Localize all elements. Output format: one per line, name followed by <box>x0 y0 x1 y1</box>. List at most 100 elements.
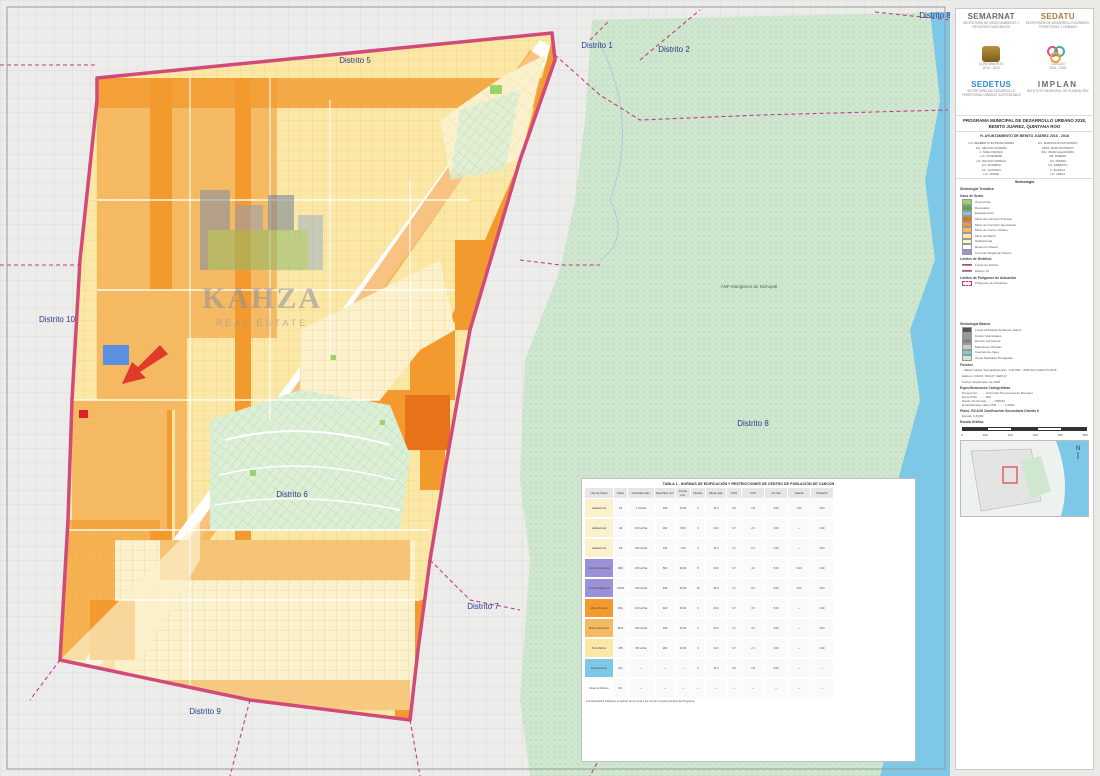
poligonos-heading: Límites de Polígonos de Actuación <box>960 275 1017 280</box>
table-cell: — <box>742 679 764 697</box>
table-cell: 120 <box>655 539 675 557</box>
highlighted-lot-blue[interactable] <box>103 345 129 365</box>
table-cell: 100 viv/ha <box>628 519 654 537</box>
table-row: Corredor Regional CRU2 240 viv/ha 500 20.00 1… <box>582 579 915 598</box>
district-label-distrito-5: Distrito 5 <box>339 56 371 65</box>
watermark-brand: KAHZA <box>202 282 322 315</box>
program-title: PROGRAMA MUNICIPAL DE DESARROLLO URBANO … <box>956 115 1093 133</box>
table-header-cell: Densidad máx. <box>628 488 654 498</box>
logo-title: IMPLAN <box>1037 80 1078 89</box>
table-cell: 4.0 <box>742 559 764 577</box>
table-cell: 180 viv/ha <box>628 539 654 557</box>
table-cell: — <box>655 659 675 677</box>
table-cell: 3.00 <box>765 499 787 517</box>
legend-label: Red de Carreteras <box>975 339 1001 344</box>
legend-label: Límite Municipal de Benito Juárez <box>975 327 1022 332</box>
land-use-legend: Área Verde Recreativo Equipamiento Mixto de… <box>956 199 1093 256</box>
table-header-cell: Frente mín. <box>676 488 690 498</box>
table-row: Habitacional H1 1 viv/lote 300 10.00 3 12.0 0.6… <box>582 499 915 518</box>
table-cell: 5.00 <box>765 599 787 617</box>
official-name: LIC. JORGE <box>983 172 1000 177</box>
table-cell: H3 <box>614 539 627 557</box>
table-cell: — <box>628 659 654 677</box>
table-cell: 2.4 <box>742 539 764 557</box>
table-row: Habitacional H3 180 viv/ha 120 7.00 4 12.0 0.7 2… <box>582 539 915 558</box>
scale-tick: 800 <box>1082 432 1088 437</box>
legend-label: Reserva Urbana <box>975 244 998 249</box>
legend-swatch <box>962 280 972 287</box>
table-cell: 400 <box>655 599 675 617</box>
table-header-cell: Clave <box>614 488 627 498</box>
scale-bar <box>962 426 1087 431</box>
district-label-distrito-1: Distrito 1 <box>581 41 613 50</box>
table-header-cell: Posterior <box>811 488 833 498</box>
table-cell: Habitacional <box>585 519 613 537</box>
table-cell: 500 <box>655 579 675 597</box>
table-cell: 10.0 <box>706 519 726 537</box>
basic-legend: Límite Municipal de Benito Juárez Centro … <box>956 327 1093 361</box>
table-cell: 3 <box>691 499 705 517</box>
program-subtitle: H. AYUNTAMIENTO DE BENITO JUÁREZ 2016 - … <box>980 134 1069 139</box>
logo-title: SEDATU <box>1040 12 1075 21</box>
table-cell: — <box>788 639 810 657</box>
logo-sub: SECRETARÍA DE DESARROLLO TERRITORIAL URB… <box>961 89 1021 97</box>
table-cell: — <box>691 679 705 697</box>
table-cell: Equipamiento <box>585 659 613 677</box>
table-cell: 160 <box>655 519 675 537</box>
table-cell: 4 <box>691 539 705 557</box>
table-cell: 500 <box>655 559 675 577</box>
table-cell: 30.0 <box>706 559 726 577</box>
logos: SEMARNAT SECRETARÍA DE MEDIO AMBIENTE Y R… <box>956 9 1093 115</box>
table-cell: 3.00 <box>811 499 833 517</box>
sedetus-logo: SEDETUS SECRETARÍA DE DESARROLLO TERRITOR… <box>959 80 1024 112</box>
table-cell: 8 <box>691 559 705 577</box>
table-cell: 3.00 <box>811 639 833 657</box>
table-cell: CRU2 <box>614 579 627 597</box>
table-row: Reserva Urbana RU — — — — — — — — — — <box>582 679 915 698</box>
table-cell: 240 viv/ha <box>628 579 654 597</box>
table-cell: EQ <box>614 659 627 677</box>
cancun-logo: CANCÚN 2016 - 2018 <box>1026 46 1091 78</box>
table-cell: 3 <box>691 659 705 677</box>
table-cell: 12.0 <box>706 659 726 677</box>
table-row: Mixto Secundario MC2 100 viv/ha 300 12.00 5 20… <box>582 619 915 638</box>
sedatu-logo: SEDATU SECRETARÍA DE DESARROLLO AGRARIO, … <box>1026 12 1091 44</box>
table-cell: — <box>676 659 690 677</box>
table-cell: 10.00 <box>676 499 690 517</box>
table-cell: — <box>765 679 787 697</box>
table-cell: 3.5 <box>742 599 764 617</box>
table-cell: — <box>788 659 810 677</box>
tematica-heading: Simbología Temática <box>960 187 994 192</box>
table-cell: 6 <box>691 599 705 617</box>
location-inset-map[interactable]: N <box>960 439 1089 517</box>
officials-list: LIC. REMBERTO ESTRADA BARBA LIC. MARIANA … <box>956 140 1093 178</box>
table-cell: 1.50 <box>788 499 810 517</box>
table-cell: Reserva Urbana <box>585 679 613 697</box>
inset-svg: N <box>961 440 1088 516</box>
table-cell: 3.00 <box>788 559 810 577</box>
table-cell: — <box>655 679 675 697</box>
table-cell: MC2 <box>614 619 627 637</box>
legend-label: Equipamiento <box>975 211 994 216</box>
scale-tick: 100 <box>982 432 988 437</box>
scale-bar-heading: Escala Gráfica <box>960 419 984 424</box>
legend-swatch <box>962 249 972 256</box>
table-cell: 12.0 <box>706 539 726 557</box>
table-cell: — <box>811 659 833 677</box>
table-cell: 0.7 <box>727 519 741 537</box>
table-header-cell: Frontal <box>765 488 787 498</box>
table-cell: 0.7 <box>727 559 741 577</box>
district-label-distrito-6: Distrito 6 <box>276 490 308 499</box>
table-header-cell: Uso de Suelo <box>585 488 613 498</box>
highlighted-lot-red[interactable] <box>79 410 88 418</box>
table-cell: 0.6 <box>727 659 741 677</box>
table-cell: 3.00 <box>811 599 833 617</box>
table-cell: 0.7 <box>727 539 741 557</box>
table-cell: 3.00 <box>765 619 787 637</box>
legend-label: Mixto de Corredor Secundario <box>975 222 1017 227</box>
table-header: Uso de Suelo Clave Densidad máx. Superficie… <box>582 488 915 498</box>
table-row: Corredor Regional CRU 180 viv/ha 500 20.00 8 3… <box>582 559 915 578</box>
basica-heading: Simbología Básica <box>960 322 991 327</box>
table-cell: 12.00 <box>676 619 690 637</box>
table-cell: 3.00 <box>765 519 787 537</box>
